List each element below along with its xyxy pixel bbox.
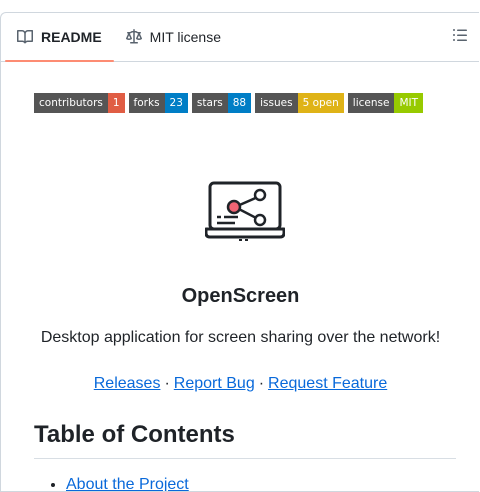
project-links: Releases · Report Bug · Request Feature bbox=[1, 375, 479, 393]
readme-panel: README MIT license contributors 1 forks … bbox=[0, 12, 479, 492]
toc-link-about-the-project[interactable]: About the Project bbox=[66, 476, 189, 491]
outline-button[interactable] bbox=[451, 28, 469, 46]
badge-value: 88 bbox=[227, 93, 252, 113]
badge-license[interactable]: license MIT bbox=[347, 93, 424, 113]
badge-contributors[interactable]: contributors 1 bbox=[34, 93, 125, 113]
link-separator: · bbox=[164, 375, 170, 392]
project-tagline: Desktop application for screen sharing o… bbox=[40, 329, 441, 346]
badge-forks[interactable]: forks 23 bbox=[128, 93, 188, 113]
tab-readme[interactable]: README bbox=[5, 13, 114, 62]
list-item: About the Project bbox=[66, 476, 189, 491]
project-title: OpenScreen bbox=[181, 285, 300, 307]
badge-value: 5 open bbox=[297, 93, 344, 113]
request-feature-link[interactable]: Request Feature bbox=[268, 375, 387, 392]
book-icon bbox=[17, 29, 33, 45]
badge-value: 1 bbox=[107, 93, 125, 113]
list-unordered-icon bbox=[452, 27, 468, 48]
badge-value: MIT bbox=[394, 93, 424, 113]
screen-share-icon bbox=[204, 180, 286, 247]
badge-stars[interactable]: stars 88 bbox=[191, 93, 252, 113]
tab-readme-label: README bbox=[41, 29, 102, 45]
badge-value: 23 bbox=[164, 93, 188, 113]
badge-issues[interactable]: issues 5 open bbox=[255, 93, 344, 113]
toc-list: About the Project bbox=[34, 476, 189, 491]
tab-mit-license[interactable]: MIT license bbox=[114, 13, 233, 61]
badge-row: contributors 1 forks 23 stars 88 issues … bbox=[34, 93, 424, 113]
law-icon bbox=[125, 29, 142, 45]
link-separator: · bbox=[258, 375, 265, 392]
report-bug-link[interactable]: Report Bug bbox=[174, 375, 255, 392]
toc-heading: Table of Contents bbox=[34, 421, 456, 459]
tab-mit-license-label: MIT license bbox=[149, 29, 221, 45]
readme-tab-bar: README MIT license bbox=[1, 13, 479, 62]
releases-link[interactable]: Releases bbox=[94, 375, 161, 392]
